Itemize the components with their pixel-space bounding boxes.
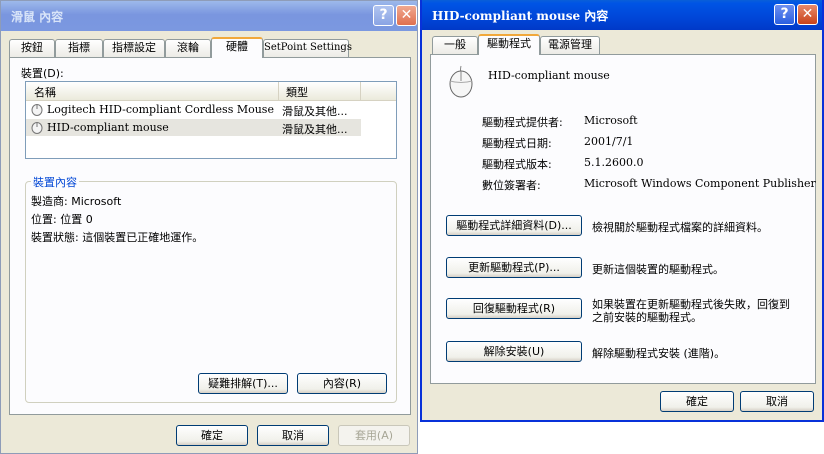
ok-button[interactable]: 確定 bbox=[660, 391, 734, 412]
uninstall-button[interactable]: 解除安裝(U) bbox=[446, 341, 582, 362]
update-driver-description: 更新這個裝置的驅動程式。 bbox=[592, 263, 724, 276]
title-bar: 滑鼠 內容 ? ✕ bbox=[1, 1, 417, 31]
tab-strip: 一般 驅動程式 電源管理 bbox=[422, 34, 822, 55]
list-item[interactable]: Logitech HID-compliant Cordless Mouse 滑鼠… bbox=[26, 101, 361, 118]
tab-pointer-options[interactable]: 指標設定 bbox=[103, 39, 165, 57]
driver-version-label: 驅動程式版本: bbox=[482, 158, 552, 171]
group-title: 裝置內容 bbox=[31, 174, 79, 190]
hid-mouse-properties-dialog: HID-compliant mouse 內容 ? ✕ 一般 驅動程式 電源管理 … bbox=[420, 0, 824, 422]
driver-provider-value: Microsoft bbox=[584, 114, 638, 127]
column-divider[interactable] bbox=[278, 82, 279, 100]
tab-pointers[interactable]: 指標 bbox=[55, 39, 103, 57]
list-item[interactable]: HID-compliant mouse 滑鼠及其他... bbox=[26, 119, 361, 136]
manufacturer-text: 製造商: Microsoft bbox=[31, 195, 122, 208]
device-name: HID-compliant mouse bbox=[47, 121, 169, 134]
properties-button[interactable]: 內容(R) bbox=[297, 373, 387, 394]
tab-buttons[interactable]: 按鈕 bbox=[9, 39, 55, 57]
devices-label: 裝置(D): bbox=[21, 67, 64, 80]
mouse-icon bbox=[31, 122, 43, 134]
tab-driver[interactable]: 驅動程式 bbox=[478, 34, 540, 55]
driver-date-label: 驅動程式日期: bbox=[482, 137, 552, 150]
driver-date-value: 2001/7/1 bbox=[584, 135, 634, 148]
digital-signer-value: Microsoft Windows Component Publisher bbox=[584, 177, 816, 190]
tab-setpoint-settings[interactable]: SetPoint Settings bbox=[263, 39, 352, 57]
title-bar: HID-compliant mouse 內容 ? ✕ bbox=[422, 0, 822, 30]
close-icon[interactable]: ✕ bbox=[396, 5, 417, 26]
roll-back-description-line2: 之前安裝的驅動程式。 bbox=[592, 311, 702, 324]
cancel-button[interactable]: 取消 bbox=[257, 425, 329, 446]
driver-version-value: 5.1.2600.0 bbox=[584, 156, 644, 169]
device-type: 滑鼠及其他... bbox=[282, 105, 348, 118]
column-divider[interactable] bbox=[360, 82, 361, 100]
mouse-icon bbox=[449, 65, 473, 98]
mouse-properties-dialog: 滑鼠 內容 ? ✕ 按鈕 指標 指標設定 滾輪 硬體 SetPoint Sett… bbox=[0, 0, 418, 454]
apply-button[interactable]: 套用(A) bbox=[338, 425, 410, 446]
tab-power-management[interactable]: 電源管理 bbox=[540, 36, 600, 54]
update-driver-button[interactable]: 更新驅動程式(P)... bbox=[446, 257, 582, 278]
device-name: HID-compliant mouse bbox=[488, 69, 610, 82]
driver-details-description: 檢視關於驅動程式檔案的詳細資料。 bbox=[592, 221, 768, 234]
cancel-button[interactable]: 取消 bbox=[740, 391, 814, 412]
dialog-title: HID-compliant mouse 內容 bbox=[432, 9, 609, 23]
ok-button[interactable]: 確定 bbox=[176, 425, 248, 446]
troubleshoot-button[interactable]: 疑難排解(T)... bbox=[198, 373, 288, 394]
help-icon[interactable]: ? bbox=[373, 5, 394, 26]
tab-wheel[interactable]: 滾輪 bbox=[165, 39, 211, 57]
device-name: Logitech HID-compliant Cordless Mouse bbox=[47, 103, 274, 116]
help-icon[interactable]: ? bbox=[774, 4, 795, 25]
close-icon[interactable]: ✕ bbox=[797, 4, 818, 25]
column-header-type[interactable]: 類型 bbox=[286, 84, 308, 100]
dialog-title: 滑鼠 內容 bbox=[11, 10, 64, 24]
roll-back-driver-button[interactable]: 回復驅動程式(R) bbox=[446, 298, 582, 319]
digital-signer-label: 數位簽署者: bbox=[482, 179, 541, 192]
tab-hardware[interactable]: 硬體 bbox=[211, 37, 263, 58]
device-list[interactable]: 名稱 類型 Logitech HID-compliant Cordless Mo… bbox=[25, 81, 397, 159]
uninstall-description: 解除驅動程式安裝 (進階)。 bbox=[592, 347, 726, 360]
mouse-icon bbox=[31, 104, 43, 116]
location-text: 位置: 位置 0 bbox=[31, 213, 93, 226]
column-header-name[interactable]: 名稱 bbox=[34, 84, 56, 100]
device-status-text: 裝置狀態: 這個裝置已正確地運作。 bbox=[31, 231, 204, 244]
tab-strip: 按鈕 指標 指標設定 滾輪 硬體 SetPoint Settings bbox=[1, 37, 417, 58]
driver-details-button[interactable]: 驅動程式詳細資料(D)... bbox=[446, 215, 582, 236]
device-type: 滑鼠及其他... bbox=[282, 123, 348, 136]
list-header: 名稱 類型 bbox=[26, 82, 396, 101]
tab-general[interactable]: 一般 bbox=[432, 36, 478, 54]
driver-provider-label: 驅動程式提供者: bbox=[482, 116, 563, 129]
